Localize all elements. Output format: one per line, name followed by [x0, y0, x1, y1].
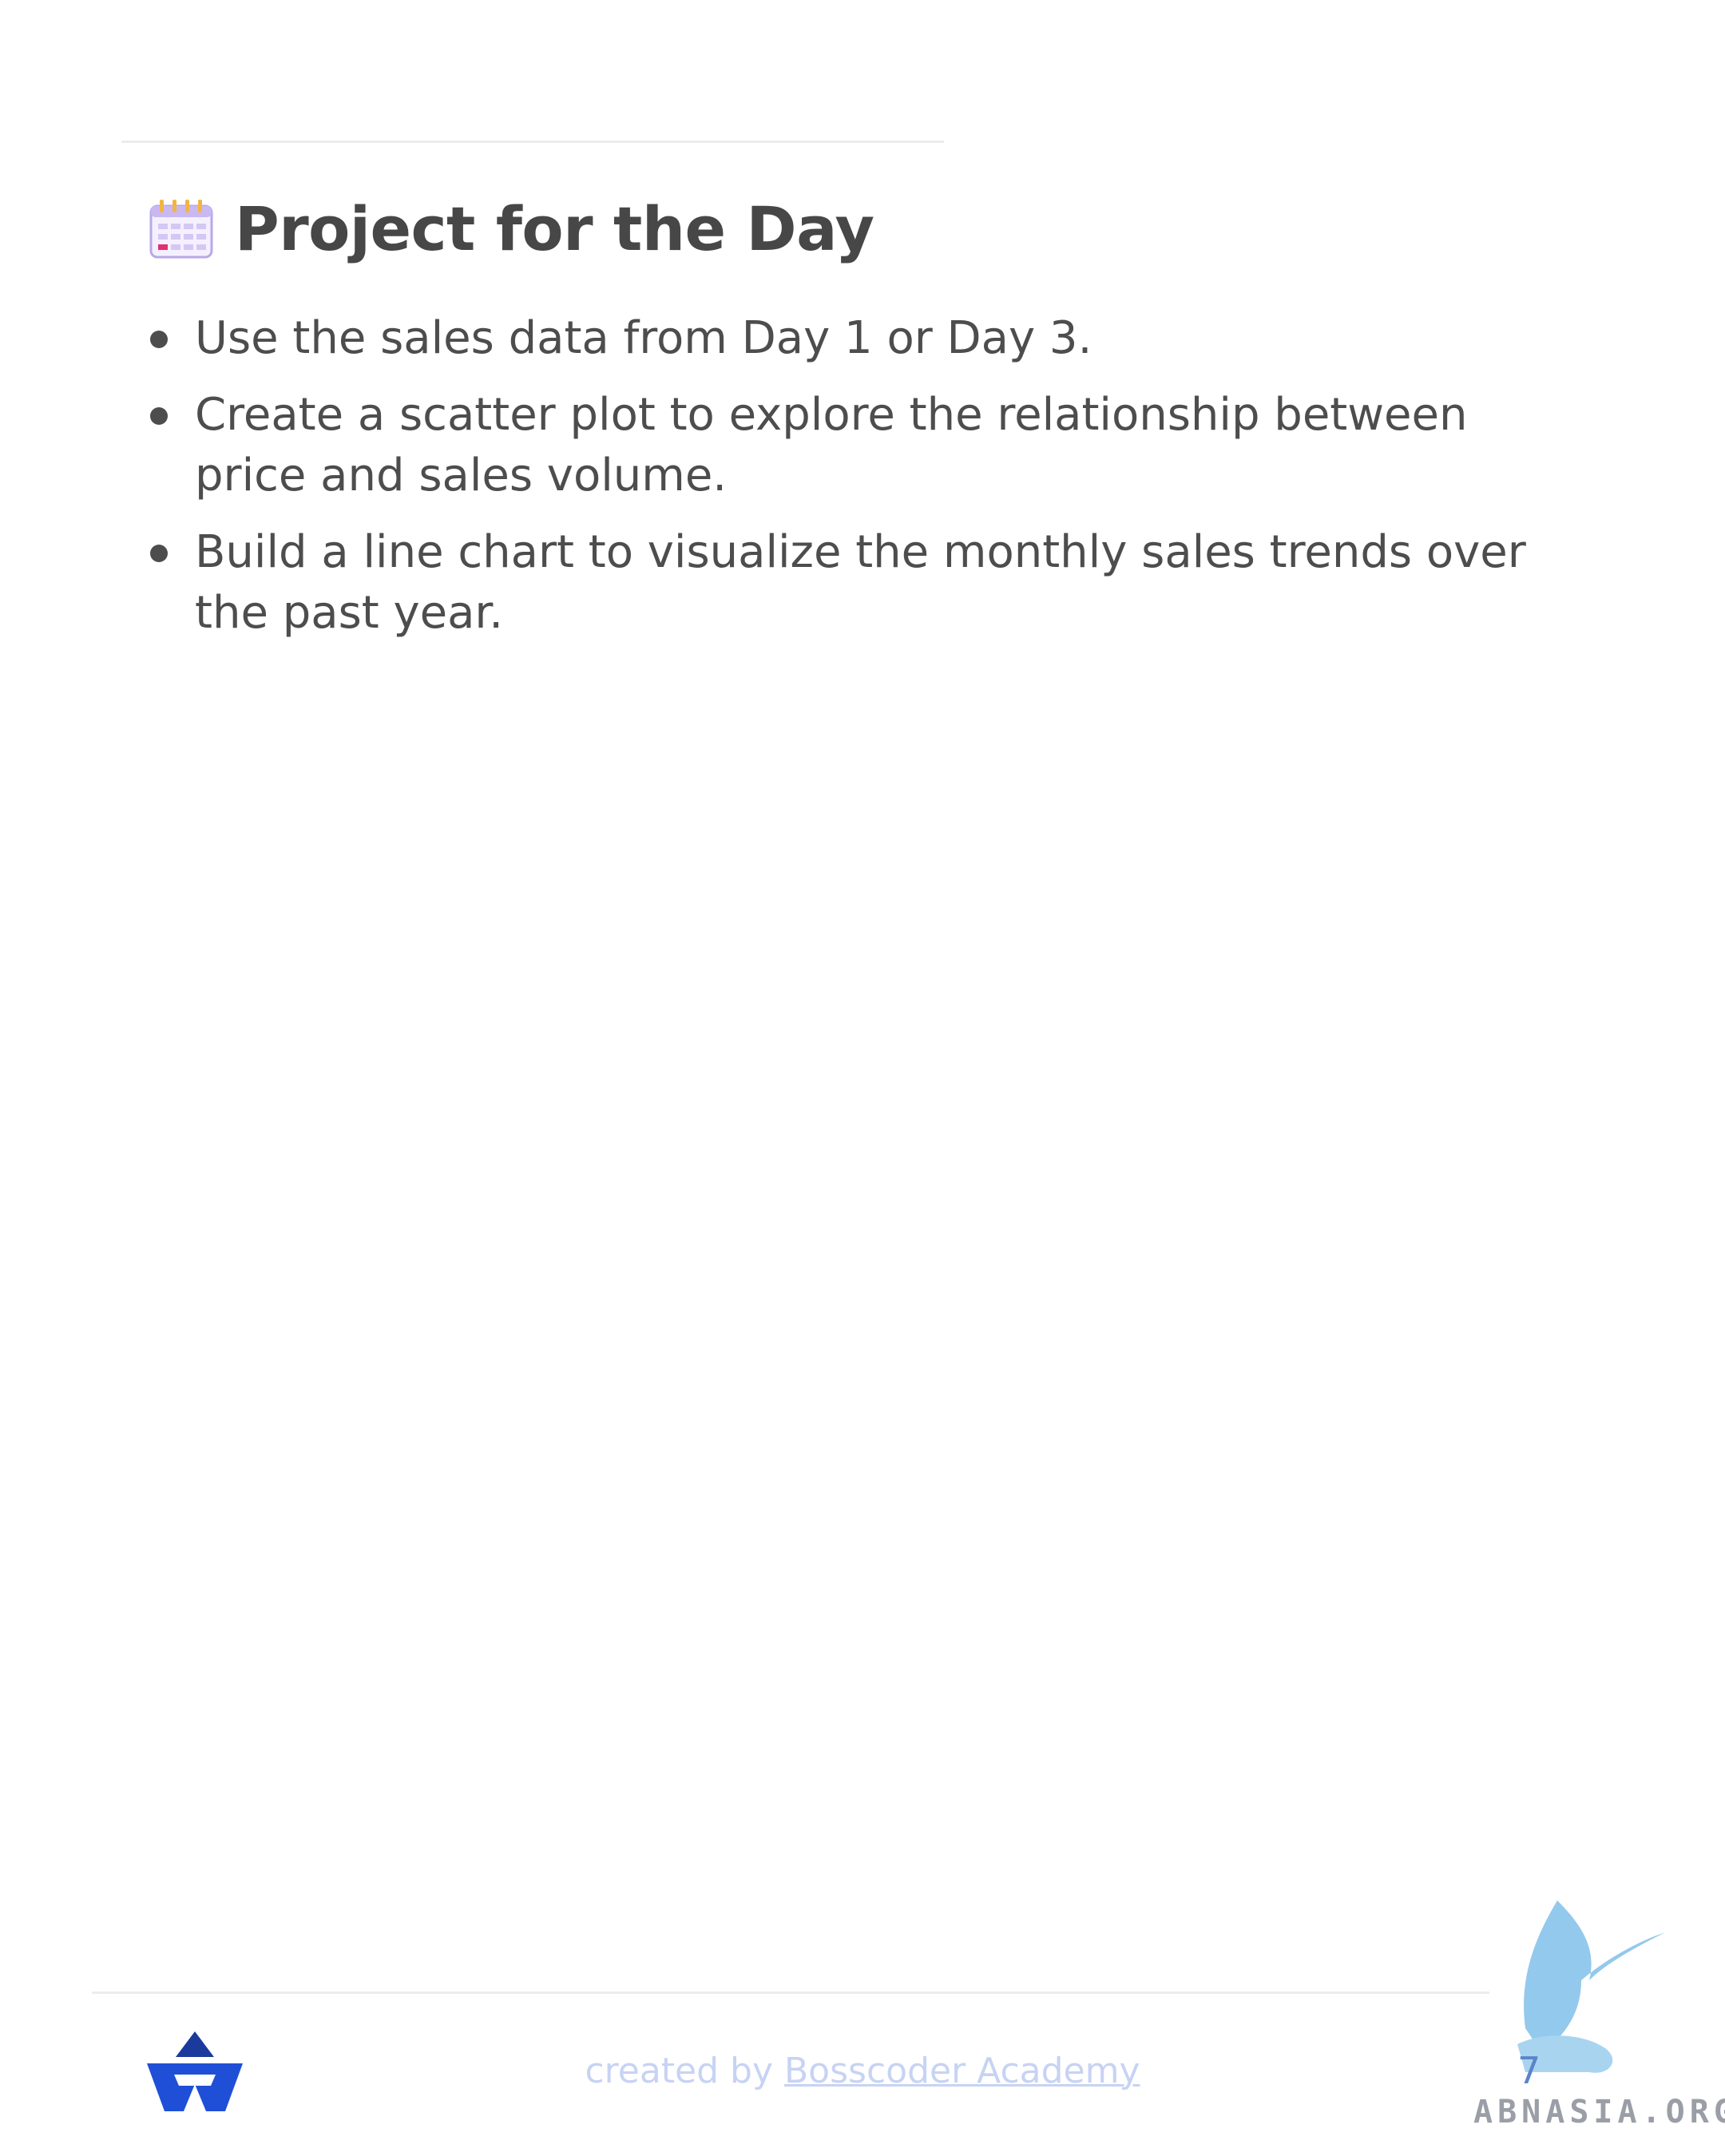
- calendar-icon: [149, 199, 213, 258]
- page-title: Project for the Day: [235, 193, 874, 264]
- griffin-watermark-icon: [1517, 1900, 1665, 2073]
- credit-prefix: created by: [585, 2051, 784, 2091]
- list-item: Use the sales data from Day 1 or Day 3.: [149, 308, 1586, 369]
- task-list: Use the sales data from Day 1 or Day 3. …: [149, 308, 1586, 660]
- section-heading: Project for the Day: [149, 193, 874, 264]
- footer-divider: [92, 1992, 1489, 1994]
- footer-credit: created by Bosscoder Academy: [0, 2051, 1725, 2091]
- page-number: 7: [1517, 2049, 1541, 2092]
- list-item: Build a line chart to visualize the mont…: [149, 522, 1586, 644]
- list-item: Create a scatter plot to explore the rel…: [149, 385, 1586, 506]
- top-divider: [121, 141, 944, 143]
- watermark-text: ABNASIA.ORG: [1473, 2094, 1725, 2130]
- bosscoder-link[interactable]: Bosscoder Academy: [784, 2051, 1140, 2091]
